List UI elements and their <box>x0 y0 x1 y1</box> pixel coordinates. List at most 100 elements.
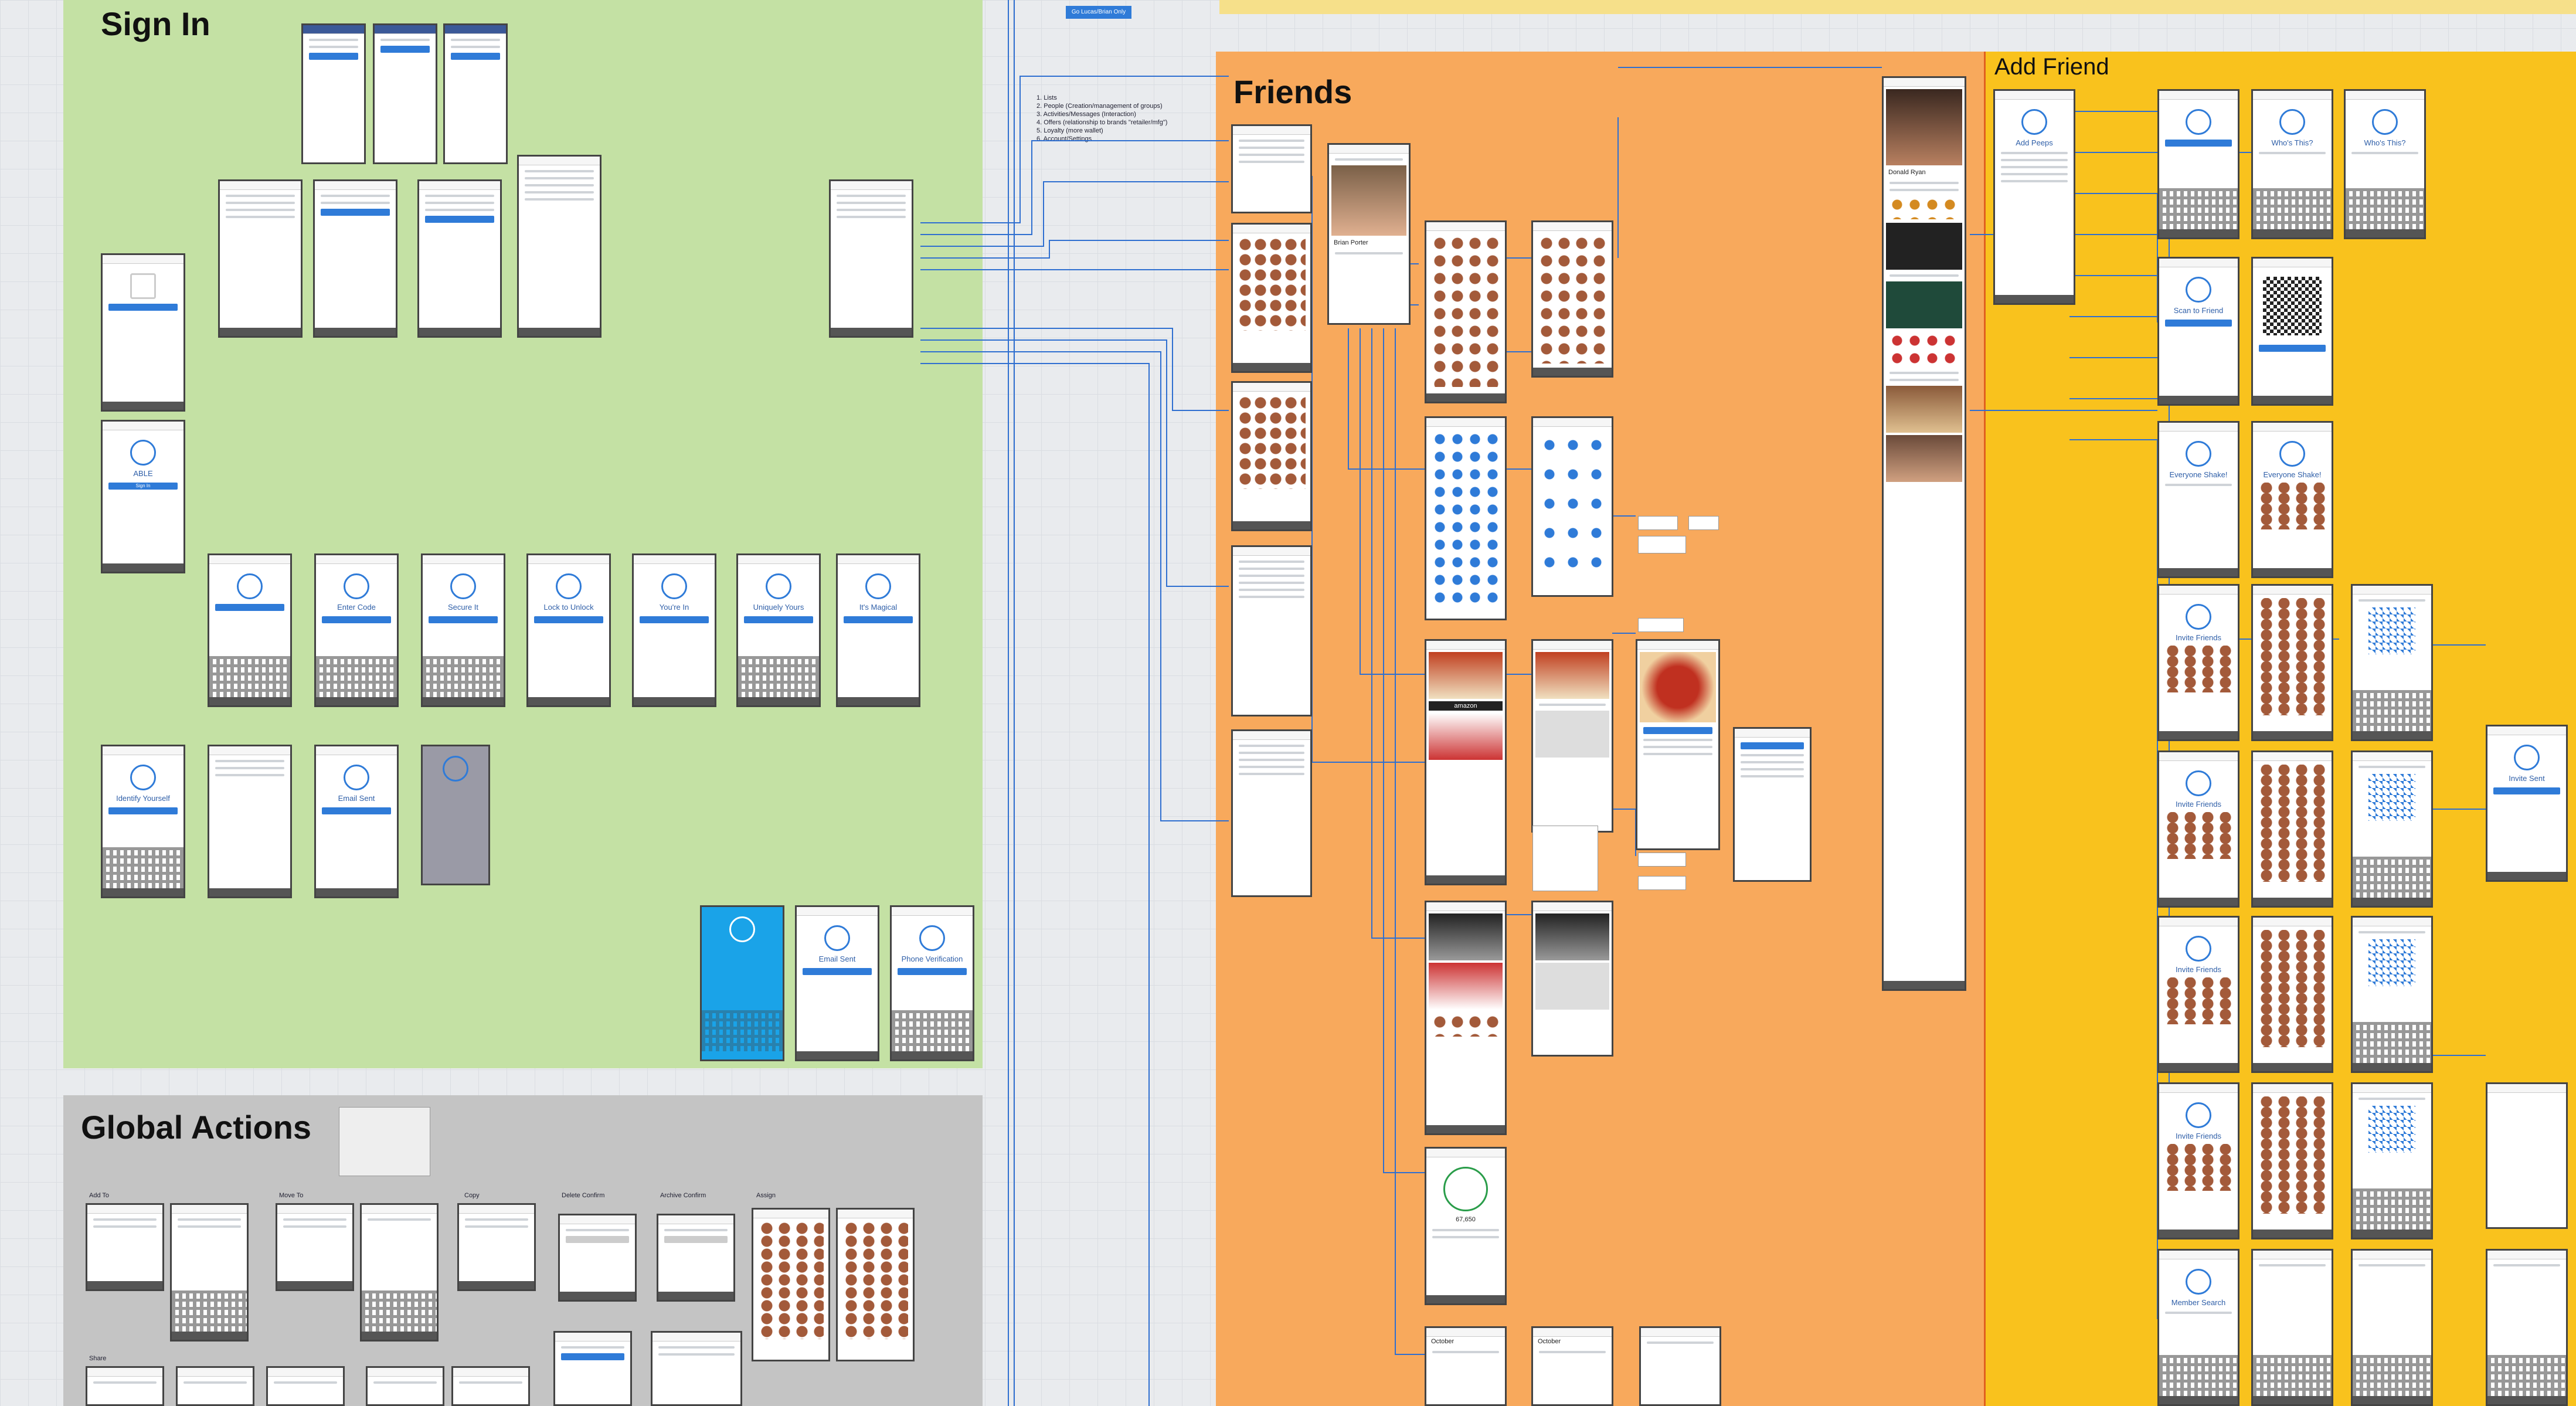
signin-able-blue-screen <box>700 905 784 1061</box>
gauge-value: 67,650 <box>1456 1216 1476 1223</box>
friends-donald-profile-screen: Donald Ryan <box>1882 76 1966 991</box>
signin-secure-it-screen: Secure It <box>421 553 505 707</box>
friends-calendar-screen-1: October <box>1425 1326 1507 1406</box>
signin-create-account-screen <box>208 553 292 707</box>
friends-list-screen-2 <box>1231 381 1312 531</box>
signin-lock-screen: Lock to Unlock <box>526 553 611 707</box>
ga-archive-confirm-screen <box>657 1214 735 1302</box>
signin-identify-screen: Identify Yourself <box>101 745 185 898</box>
screen-title: Invite Friends <box>2175 633 2222 642</box>
af-invite-qr-2 <box>2351 750 2433 908</box>
calendar-month: October <box>1538 1338 1561 1345</box>
friends-product-text-screen <box>1733 727 1812 882</box>
ga-share-screen-1 <box>86 1366 164 1406</box>
signin-language-screen <box>218 179 303 338</box>
friends-small-card-4 <box>1638 618 1684 632</box>
signin-magical-screen: It's Magical <box>836 553 920 707</box>
calendar-month: October <box>1431 1338 1454 1345</box>
friends-settings-screen-1 <box>1231 545 1312 716</box>
af-whos-this-screen-2: Who's This? <box>2344 89 2426 239</box>
screen-title: Invite Friends <box>2175 800 2222 809</box>
ga-share-screen-4 <box>366 1366 444 1406</box>
screen-title: Lock to Unlock <box>543 603 594 612</box>
screen-title: Who's This? <box>2364 138 2406 147</box>
ga-assign-screen-2 <box>836 1208 915 1361</box>
screen-title: Member Search <box>2171 1298 2226 1307</box>
signin-able-screen: ABLE Sign In <box>101 420 185 573</box>
screen-title: Add Peeps <box>2016 138 2053 147</box>
signin-enter-code-screen: Enter Code <box>314 553 399 707</box>
ga-label-move-to: Move To <box>279 1192 304 1199</box>
signin-email-sent-screen-2: Email Sent <box>795 905 879 1061</box>
ga-label-add-to: Add To <box>89 1192 110 1199</box>
screen-title: Secure It <box>447 603 479 612</box>
friends-profile-screen: Brian Porter <box>1327 143 1411 325</box>
signin-splash-screen <box>101 253 185 412</box>
signin-phone-verification-screen: Phone Verification <box>890 905 974 1061</box>
af-blank-screen <box>2486 1082 2568 1229</box>
signin-youre-in-screen: You're In <box>632 553 716 707</box>
screen-title: Phone Verification <box>901 955 963 963</box>
brand-label: amazon <box>1429 701 1503 711</box>
able-logo-text: ABLE <box>133 469 153 478</box>
screen-title: Uniquely Yours <box>753 603 804 612</box>
af-whos-this-screen-1: Who's This? <box>2251 89 2333 239</box>
ga-label-delete-confirm: Delete Confirm <box>562 1192 605 1199</box>
screen-title: It's Magical <box>859 603 898 612</box>
friends-small-card-6 <box>1638 853 1686 867</box>
ga-assign-screen-1 <box>752 1208 830 1361</box>
screen-title: Who's This? <box>2271 138 2313 147</box>
screen-title: Email Sent <box>338 794 375 803</box>
af-shake-screen-1: Everyone Shake! <box>2157 421 2239 578</box>
signin-facebook-screen <box>313 179 397 338</box>
signin-menu-screen <box>829 179 913 338</box>
friends-small-card-3 <box>1638 536 1686 553</box>
af-invite-qr-1 <box>2351 584 2433 741</box>
friends-family-screen <box>1425 220 1507 403</box>
ga-add-to-screen-2 <box>170 1203 249 1342</box>
friends-small-card-5 <box>1532 826 1598 891</box>
screen-title: You're In <box>659 603 689 612</box>
screen-title: Enter Code <box>337 603 376 612</box>
profile-name: Donald Ryan <box>1888 169 1926 176</box>
ga-copy-screen <box>457 1203 536 1291</box>
signin-loading-screen <box>421 745 490 885</box>
ga-add-to-screen-1 <box>86 1203 164 1291</box>
af-member-search-screen: Member Search <box>2157 1249 2239 1406</box>
ga-move-to-screen-2 <box>360 1203 439 1342</box>
af-add-peeps-screen: Add Peeps <box>1993 89 2075 305</box>
ga-share-screen-6 <box>553 1331 632 1406</box>
af-shake-screen-2: Everyone Shake! <box>2251 421 2333 578</box>
ga-share-screen-3 <box>266 1366 345 1406</box>
ga-label-archive-confirm: Archive Confirm <box>660 1192 706 1199</box>
screen-title: Everyone Shake! <box>2169 470 2228 479</box>
friends-small-card-2 <box>1688 516 1719 530</box>
af-qr-screen <box>2251 257 2333 406</box>
af-invite-screen-2: Invite Friends <box>2157 750 2239 908</box>
screen-title: Email Sent <box>818 955 856 963</box>
af-invite-sent-screen: Invite Sent <box>2486 725 2568 882</box>
af-invite-list-3 <box>2251 916 2333 1073</box>
signin-phones-screen <box>417 179 502 338</box>
af-member-search-2 <box>2251 1249 2333 1406</box>
af-search-screen <box>2157 89 2239 239</box>
signin-oauth-frame-1 <box>301 23 366 164</box>
friends-small-card-7 <box>1638 876 1686 890</box>
screen-title: Scan to Friend <box>2173 306 2224 315</box>
profile-name: Brian Porter <box>1334 239 1368 246</box>
friends-list-screen-1 <box>1231 223 1312 373</box>
af-scan-screen: Scan to Friend <box>2157 257 2239 406</box>
friends-calendar-screen-2: October <box>1531 1326 1613 1406</box>
screen-title: Identify Yourself <box>116 794 170 803</box>
af-invite-qr-3 <box>2351 916 2433 1073</box>
signin-oauth-frame-2 <box>373 23 437 164</box>
af-member-search-3 <box>2351 1249 2433 1406</box>
sign-in-button[interactable]: Sign In <box>108 483 178 490</box>
friends-calendar-screen-3 <box>1639 1326 1721 1406</box>
friends-small-card-1 <box>1638 516 1678 530</box>
friends-rewards-screen: 67,650 <box>1425 1147 1507 1305</box>
friends-products-screen: amazon <box>1425 639 1507 885</box>
ga-move-to-screen-1 <box>276 1203 354 1291</box>
friends-menu-screen <box>1231 124 1312 213</box>
screen-title: Invite Friends <box>2175 1132 2222 1140</box>
